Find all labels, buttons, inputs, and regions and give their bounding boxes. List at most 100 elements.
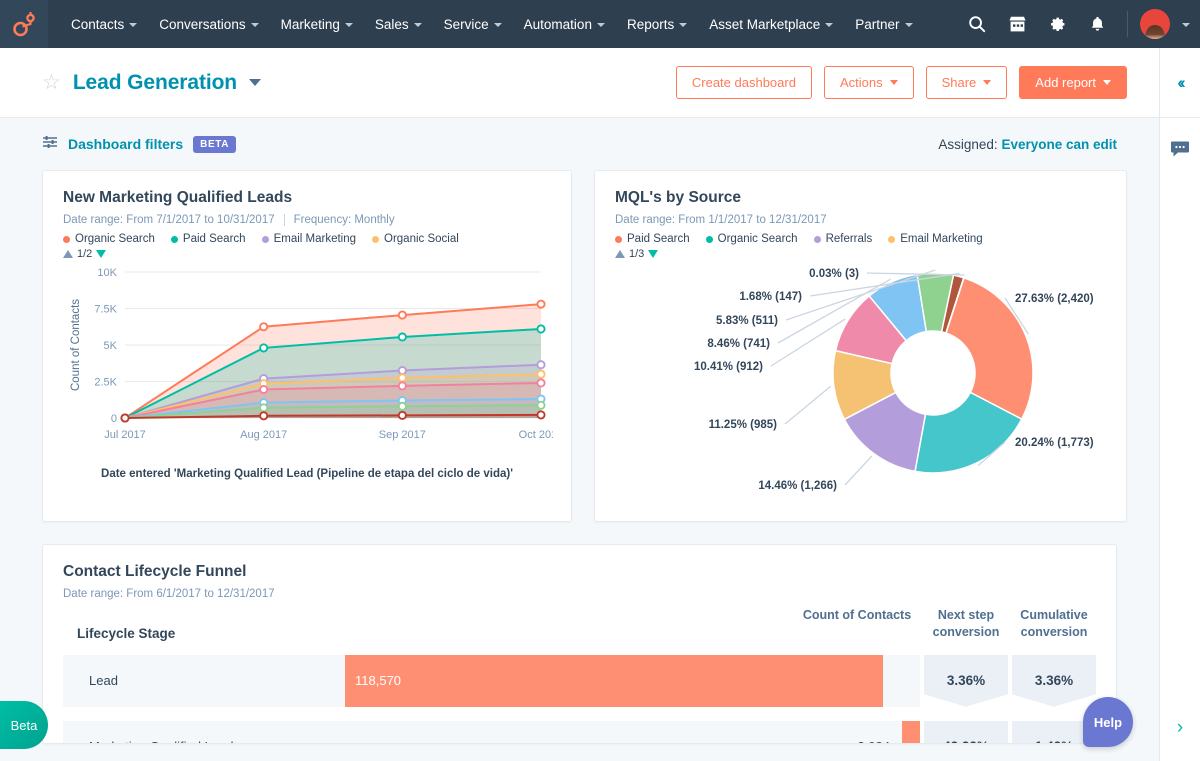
legend-label: Email Marketing — [273, 233, 357, 245]
funnel-bar — [902, 720, 920, 743]
pager-count: 1/3 — [629, 248, 645, 260]
legend-item-email-marketing[interactable]: Email Marketing — [261, 233, 357, 245]
nav-item-label: Asset Marketplace — [709, 16, 821, 32]
legend-color-dot — [63, 235, 70, 243]
legend-item-organic-social[interactable]: Organic Social — [372, 233, 459, 245]
share-button[interactable]: Share — [925, 66, 1008, 99]
dashboard-filters-label: Dashboard filters — [68, 136, 184, 152]
nav-item-automation[interactable]: Automation — [513, 0, 616, 48]
nav-item-label: Conversations — [159, 16, 246, 32]
legend-pager: 1/3 — [615, 248, 1106, 260]
legend-item-referrals[interactable]: Referrals — [813, 233, 873, 245]
chevron-down-icon — [129, 23, 138, 27]
svg-text:10K: 10K — [97, 267, 117, 279]
nav-item-reports[interactable]: Reports — [616, 0, 698, 48]
chevron-down-icon — [825, 23, 834, 27]
chevron-down-icon — [679, 23, 688, 27]
filter-sliders-icon — [42, 135, 58, 154]
nav-item-sales[interactable]: Sales — [364, 0, 433, 48]
nav-item-service[interactable]: Service — [433, 0, 513, 48]
nav-item-partner[interactable]: Partner — [844, 0, 923, 48]
triangle-down-icon[interactable] — [648, 250, 659, 258]
legend-item-organic-search[interactable]: Organic Search — [63, 233, 155, 245]
chat-bubble-icon[interactable] — [1170, 140, 1190, 163]
button-label: Share — [941, 75, 977, 90]
create-dashboard-button[interactable]: Create dashboard — [675, 66, 812, 99]
assigned-permission-link[interactable]: Everyone can edit — [1001, 137, 1117, 152]
legend-label: Organic Social — [384, 233, 459, 245]
actions-button[interactable]: Actions — [823, 66, 914, 99]
search-icon[interactable] — [959, 0, 995, 48]
chevron-down-icon — [413, 23, 422, 27]
svg-text:8.46% (741): 8.46% (741) — [707, 338, 770, 350]
triangle-up-icon[interactable] — [615, 250, 625, 258]
add-report-button[interactable]: Add report — [1019, 66, 1127, 99]
triangle-down-icon[interactable] — [96, 250, 107, 258]
table-row[interactable]: Lead 118,570 3.36% 3.36% — [63, 654, 1096, 707]
nav-item-label: Automation — [523, 16, 592, 32]
legend-item-paid-search[interactable]: Paid Search — [615, 233, 690, 245]
marketplace-icon[interactable] — [999, 0, 1035, 48]
triangle-up-icon[interactable] — [63, 250, 73, 258]
legend-item-paid-search[interactable]: Paid Search — [170, 233, 246, 245]
chevron-down-icon[interactable] — [249, 79, 262, 86]
legend-color-dot — [813, 235, 821, 243]
svg-text:0.03% (3): 0.03% (3) — [809, 268, 859, 280]
legend-color-dot — [170, 235, 178, 243]
svg-text:20.24% (1,773): 20.24% (1,773) — [1015, 437, 1094, 449]
chevron-down-icon[interactable] — [1182, 23, 1190, 27]
svg-text:10.41% (912): 10.41% (912) — [694, 361, 763, 373]
beta-badge: BETA — [193, 135, 237, 153]
svg-text:27.63% (2,420): 27.63% (2,420) — [1015, 293, 1094, 305]
chevron-right-icon[interactable]: › — [1177, 717, 1183, 739]
legend-label: Organic Search — [75, 233, 155, 245]
card-subtitle: Date range: From 1/1/2017 to 12/31/2017 — [615, 214, 1106, 226]
legend-pager: 1/2 — [63, 248, 551, 260]
help-button[interactable]: Help — [1083, 697, 1133, 747]
legend-item-organic-search[interactable]: Organic Search — [705, 233, 798, 245]
help-label: Help — [1093, 714, 1123, 730]
chevron-down-icon — [250, 23, 259, 27]
button-label: Actions — [839, 75, 883, 90]
nav-menu-items: Contacts Conversations Marketing Sales S… — [48, 0, 959, 48]
page-wrapper: ☆ Lead Generation Create dashboard Actio… — [0, 48, 1200, 761]
page-title[interactable]: Lead Generation — [73, 71, 237, 95]
header-buttons: Create dashboard Actions Share Add repor… — [675, 66, 1127, 99]
chart-legend: Organic Search Paid Search Email Marketi… — [63, 233, 551, 245]
nav-item-asset-marketplace[interactable]: Asset Marketplace — [698, 0, 844, 48]
date-range-text: Date range: From 1/1/2017 to 12/31/2017 — [615, 214, 827, 226]
dashboard-filters-button[interactable]: Dashboard filters BETA — [42, 135, 237, 154]
chevron-down-icon — [596, 23, 605, 27]
table-row[interactable]: Marketing Qualified Lead 3,984 42.22% 1.… — [63, 720, 1096, 743]
collapse-sidebar-button[interactable]: ‹‹ — [1160, 48, 1200, 118]
row-label: Lead — [89, 673, 118, 689]
button-label: Add report — [1035, 75, 1096, 90]
right-sidebar: ‹‹ › — [1159, 48, 1200, 761]
legend-color-dot — [888, 235, 896, 243]
funnel-header-row: Lifecycle Stage Count of Contacts Next s… — [63, 607, 1096, 641]
line-chart[interactable]: 0 2.5K 5K 7.5K 10K Count of Contacts Jul 2017 A… — [63, 260, 563, 462]
nav-item-conversations[interactable]: Conversations — [148, 0, 269, 48]
bell-icon[interactable] — [1079, 0, 1115, 48]
assigned-info: Assigned: Everyone can edit — [938, 137, 1117, 152]
legend-label: Referrals — [825, 233, 873, 245]
nav-item-contacts[interactable]: Contacts — [60, 0, 148, 48]
dashboard-header: ☆ Lead Generation Create dashboard Actio… — [0, 48, 1159, 118]
report-card-contact-lifecycle-funnel: Contact Lifecycle Funnel Date range: Fro… — [42, 544, 1117, 744]
funnel-bar-zone: Lead 118,570 — [63, 654, 920, 707]
legend-color-dot — [261, 235, 269, 243]
avatar[interactable] — [1140, 9, 1170, 39]
star-favorite-icon[interactable]: ☆ — [42, 72, 61, 93]
beta-feedback-button[interactable]: Beta — [0, 701, 48, 749]
donut-chart[interactable]: 27.63% (2,420) 20.24% (1,773) 14.46% (1,26… — [615, 260, 1106, 510]
legend-color-dot — [372, 235, 380, 243]
legend-item-email-marketing[interactable]: Email Marketing — [888, 233, 983, 245]
dashboard-filter-bar: Dashboard filters BETA Assigned: Everyon… — [0, 118, 1159, 170]
gear-icon[interactable] — [1039, 0, 1075, 48]
column-header-count-of-contacts: Count of Contacts — [802, 608, 912, 622]
svg-text:0: 0 — [111, 413, 117, 425]
nav-item-marketing[interactable]: Marketing — [270, 0, 364, 48]
nav-item-label: Marketing — [280, 16, 340, 32]
hubspot-sprocket-logo[interactable] — [0, 0, 48, 48]
report-card-mql-by-source: MQL's by Source Date range: From 1/1/201… — [594, 170, 1127, 522]
